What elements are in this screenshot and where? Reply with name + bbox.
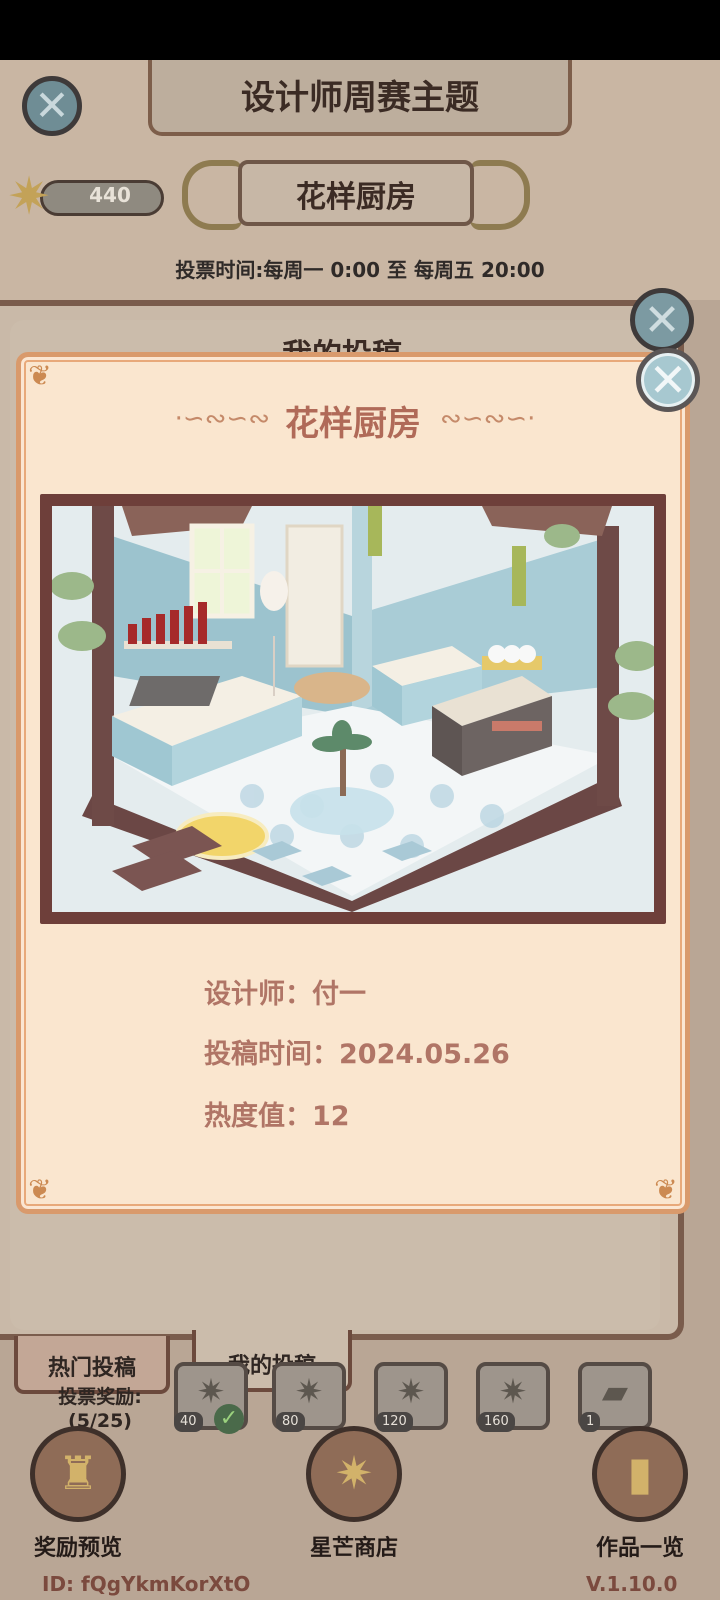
status-bar <box>0 0 720 60</box>
star-icon: ✷ <box>498 1372 528 1412</box>
heat-value: 12 <box>312 1101 350 1132</box>
submit-time-label: 投稿时间： <box>204 1039 339 1070</box>
trophy-icon: ♜ <box>57 1446 99 1500</box>
designer-label: 设计师： <box>204 979 312 1010</box>
book-icon: ▰ <box>601 1372 629 1412</box>
star-count: 440 <box>89 183 131 207</box>
vote-reward-progress: (5/25) <box>68 1410 132 1432</box>
star-icon: ✷ <box>396 1372 426 1412</box>
kitchen-design-image <box>52 506 654 912</box>
reward-threshold: 80 <box>276 1412 305 1432</box>
scroll-ornament-right <box>470 160 530 230</box>
app-version: V.1.10.0 <box>586 1572 678 1596</box>
reward-threshold: 120 <box>376 1412 413 1432</box>
book-icon: ▮ <box>627 1446 653 1500</box>
theme-title: 花样厨房 <box>296 180 416 215</box>
title-ornament-right: ∾∽∾∽· <box>440 404 536 434</box>
reward-threshold: 1 <box>580 1412 601 1432</box>
page-title: 设计师周赛主题 <box>241 78 479 118</box>
scroll-ornament-left <box>182 160 242 230</box>
designer-value: 付一 <box>312 979 366 1010</box>
heat-row: 热度值：12 <box>204 1094 350 1133</box>
star-shop-label: 星芒商店 <box>309 1536 398 1561</box>
reward-threshold: 160 <box>478 1412 515 1432</box>
user-id: ID: fQgYkmKorXtO <box>42 1572 251 1596</box>
tab-hot-label: 热门投稿 <box>47 1356 136 1381</box>
heat-label: 热度值： <box>204 1101 312 1132</box>
submit-time-row: 投稿时间：2024.05.26 <box>204 1032 510 1071</box>
star-icon: ✷ <box>334 1446 374 1500</box>
popup-title: 花样厨房 <box>285 404 421 444</box>
corner-ornament: ❦ <box>28 1173 52 1206</box>
vote-reward-label: 投票奖励: (5/25) <box>30 1385 170 1433</box>
kitchen-illustration <box>52 506 654 912</box>
rewards-preview-label: 奖励预览 <box>33 1536 122 1561</box>
reward-threshold: 40 <box>174 1412 203 1432</box>
star-icon: ✷ <box>7 167 51 227</box>
vote-time: 投票时间:每周一 0:00 至 每周五 20:00 <box>175 258 545 282</box>
check-icon: ✓ <box>214 1404 244 1434</box>
submit-time-value: 2024.05.26 <box>339 1039 510 1070</box>
close-icon[interactable]: ✕ <box>630 288 694 352</box>
vote-reward-title: 投票奖励: <box>58 1386 142 1408</box>
works-list-label: 作品一览 <box>595 1536 684 1561</box>
star-icon: ✷ <box>294 1372 324 1412</box>
close-icon[interactable]: ✕ <box>22 76 82 136</box>
designer-row: 设计师：付一 <box>204 972 366 1011</box>
close-icon[interactable]: ✕ <box>636 348 700 412</box>
corner-ornament: ❦ <box>28 359 52 392</box>
corner-ornament: ❦ <box>654 1173 678 1206</box>
